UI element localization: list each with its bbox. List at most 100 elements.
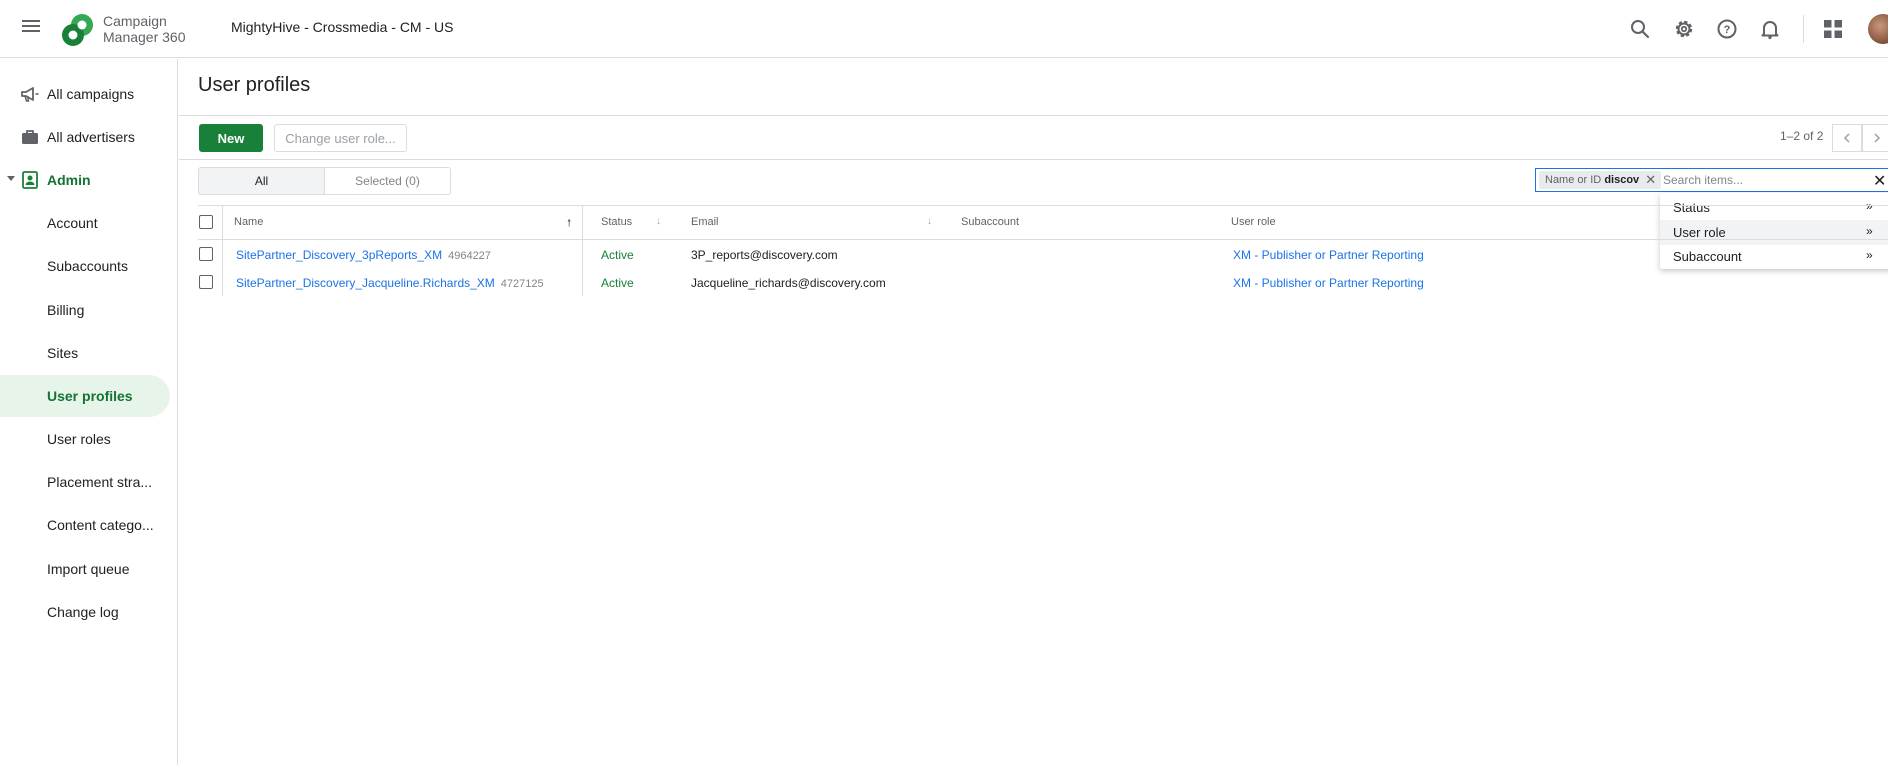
sidebar-item-label: Import queue	[47, 561, 130, 577]
product-name-line1: Campaign	[103, 13, 167, 29]
product-name: Campaign Manager 360	[103, 13, 186, 45]
page-title: User profiles	[198, 74, 311, 96]
search-icon[interactable]	[1628, 17, 1652, 41]
sidebar-item-label: Billing	[47, 302, 85, 318]
user-profile-link[interactable]: SitePartner_Discovery_3pReports_XM	[236, 248, 442, 262]
sidebar-item-import-queue[interactable]: Import queue	[0, 548, 170, 590]
menu-item-user-role[interactable]: User role »	[1660, 220, 1888, 245]
column-header-email[interactable]: Email	[691, 216, 719, 228]
sidebar-item-placement-strategies[interactable]: Placement stra...	[0, 461, 170, 503]
sidebar-item-label: Change log	[47, 604, 119, 620]
sidebar-item-account[interactable]: Account	[0, 202, 170, 244]
column-divider	[222, 206, 223, 296]
sort-icon[interactable]: ↓	[927, 216, 932, 227]
main-menu-icon[interactable]	[19, 17, 43, 41]
user-role-link[interactable]: XM - Publisher or Partner Reporting	[1233, 248, 1424, 262]
email-cell: 3P_reports@discovery.com	[691, 248, 838, 262]
top-app-bar: Campaign Manager 360 MightyHive - Crossm…	[0, 0, 1888, 58]
sidebar-item-all-advertisers[interactable]: All advertisers	[0, 116, 170, 158]
notifications-bell-icon[interactable]	[1758, 17, 1782, 41]
filter-chip-value: discov	[1604, 174, 1640, 186]
status-cell: Active	[601, 248, 634, 262]
megaphone-icon	[21, 87, 39, 102]
apps-grid-icon[interactable]	[1821, 17, 1845, 41]
row-checkbox[interactable]	[199, 247, 213, 261]
header-divider	[1803, 15, 1804, 43]
submenu-arrow-icon: »	[1866, 248, 1873, 262]
sidebar-item-label: User roles	[47, 431, 111, 447]
sidebar-item-user-profiles[interactable]: User profiles	[0, 375, 170, 417]
row-checkbox[interactable]	[199, 275, 213, 289]
search-input[interactable]	[1663, 172, 1863, 188]
divider	[179, 115, 1888, 116]
user-profile-id: 4727125	[500, 278, 544, 290]
account-name[interactable]: MightyHive - Crossmedia - CM - US	[231, 19, 453, 35]
user-profile-id: 4964227	[448, 250, 491, 262]
menu-item-label: User role	[1673, 225, 1726, 240]
sidebar-item-label: Content catego...	[47, 517, 154, 533]
divider	[179, 159, 1888, 160]
tab-all[interactable]: All	[198, 167, 325, 195]
column-header-subaccount[interactable]: Subaccount	[961, 216, 1019, 228]
sidebar: All campaigns All advertisers Admin Acco…	[0, 59, 178, 765]
chevron-left-icon	[1843, 133, 1850, 143]
tab-selected[interactable]: Selected (0)	[324, 167, 451, 195]
sidebar-item-label: Subaccounts	[47, 258, 128, 274]
sort-ascending-icon[interactable]: 🠕	[567, 216, 571, 233]
sidebar-item-label: Admin	[47, 172, 91, 188]
product-name-line2: Manager 360	[103, 29, 186, 45]
table-border	[198, 205, 1888, 206]
user-role-link[interactable]: XM - Publisher or Partner Reporting	[1233, 276, 1424, 290]
submenu-arrow-icon: »	[1866, 224, 1873, 238]
account-avatar[interactable]	[1868, 14, 1888, 44]
menu-item-subaccount[interactable]: Subaccount »	[1660, 244, 1888, 269]
svg-text:?: ?	[1724, 24, 1731, 36]
next-page-button[interactable]	[1862, 124, 1888, 152]
column-header-user-role[interactable]: User role	[1231, 216, 1276, 228]
pagination-range: 1–2 of 2	[1780, 129, 1824, 143]
chevron-right-icon	[1874, 133, 1881, 143]
sidebar-item-all-campaigns[interactable]: All campaigns	[0, 73, 170, 115]
admin-icon	[22, 171, 38, 189]
sidebar-item-sites[interactable]: Sites	[0, 332, 170, 374]
sidebar-item-label: All campaigns	[47, 86, 135, 102]
new-button[interactable]: New	[199, 124, 263, 152]
sort-icon[interactable]: ↓	[656, 216, 661, 227]
user-profile-link[interactable]: SitePartner_Discovery_Jacqueline.Richard…	[236, 276, 495, 290]
sidebar-item-subaccounts[interactable]: Subaccounts	[0, 245, 170, 287]
name-cell: SitePartner_Discovery_3pReports_XM 496422…	[236, 248, 491, 262]
table-header-border	[198, 239, 1888, 240]
expand-caret-icon[interactable]	[7, 176, 15, 181]
sidebar-item-label: All advertisers	[47, 129, 135, 145]
name-cell: SitePartner_Discovery_Jacqueline.Richard…	[236, 276, 544, 290]
menu-item-label: Status	[1673, 200, 1710, 215]
sidebar-item-label: Placement stra...	[47, 474, 153, 490]
gear-icon[interactable]	[1672, 17, 1696, 41]
change-user-role-button[interactable]: Change user role...	[274, 124, 407, 152]
sidebar-item-label: Account	[47, 215, 98, 231]
sidebar-item-user-roles[interactable]: User roles	[0, 418, 170, 460]
briefcase-icon	[22, 130, 38, 144]
filter-bar[interactable]: Name or ID discov ✕	[1535, 168, 1888, 192]
sidebar-item-admin[interactable]: Admin	[0, 159, 170, 201]
sidebar-item-billing[interactable]: Billing	[0, 289, 170, 331]
sidebar-item-label: Sites	[47, 345, 79, 361]
sidebar-item-change-log[interactable]: Change log	[0, 591, 170, 633]
previous-page-button[interactable]	[1832, 124, 1862, 152]
filter-chip-label: Name or ID	[1545, 174, 1602, 186]
menu-item-label: Subaccount	[1673, 249, 1742, 264]
submenu-arrow-icon: »	[1866, 199, 1873, 213]
close-filter-icon[interactable]: ✕	[1873, 171, 1886, 191]
status-cell: Active	[601, 276, 634, 290]
email-cell: Jacqueline_richards@discovery.com	[691, 276, 886, 290]
help-icon[interactable]: ?	[1715, 17, 1739, 41]
column-divider	[582, 206, 583, 296]
filter-chip[interactable]: Name or ID discov ✕	[1539, 171, 1662, 189]
select-all-checkbox[interactable]	[199, 215, 213, 229]
sidebar-item-label: User profiles	[47, 388, 133, 404]
sidebar-item-content-categories[interactable]: Content catego...	[0, 504, 170, 546]
column-header-status[interactable]: Status	[601, 216, 632, 228]
remove-filter-icon[interactable]: ✕	[1645, 171, 1656, 189]
column-header-name[interactable]: Name	[234, 216, 263, 228]
menu-item-status[interactable]: Status »	[1660, 195, 1888, 220]
